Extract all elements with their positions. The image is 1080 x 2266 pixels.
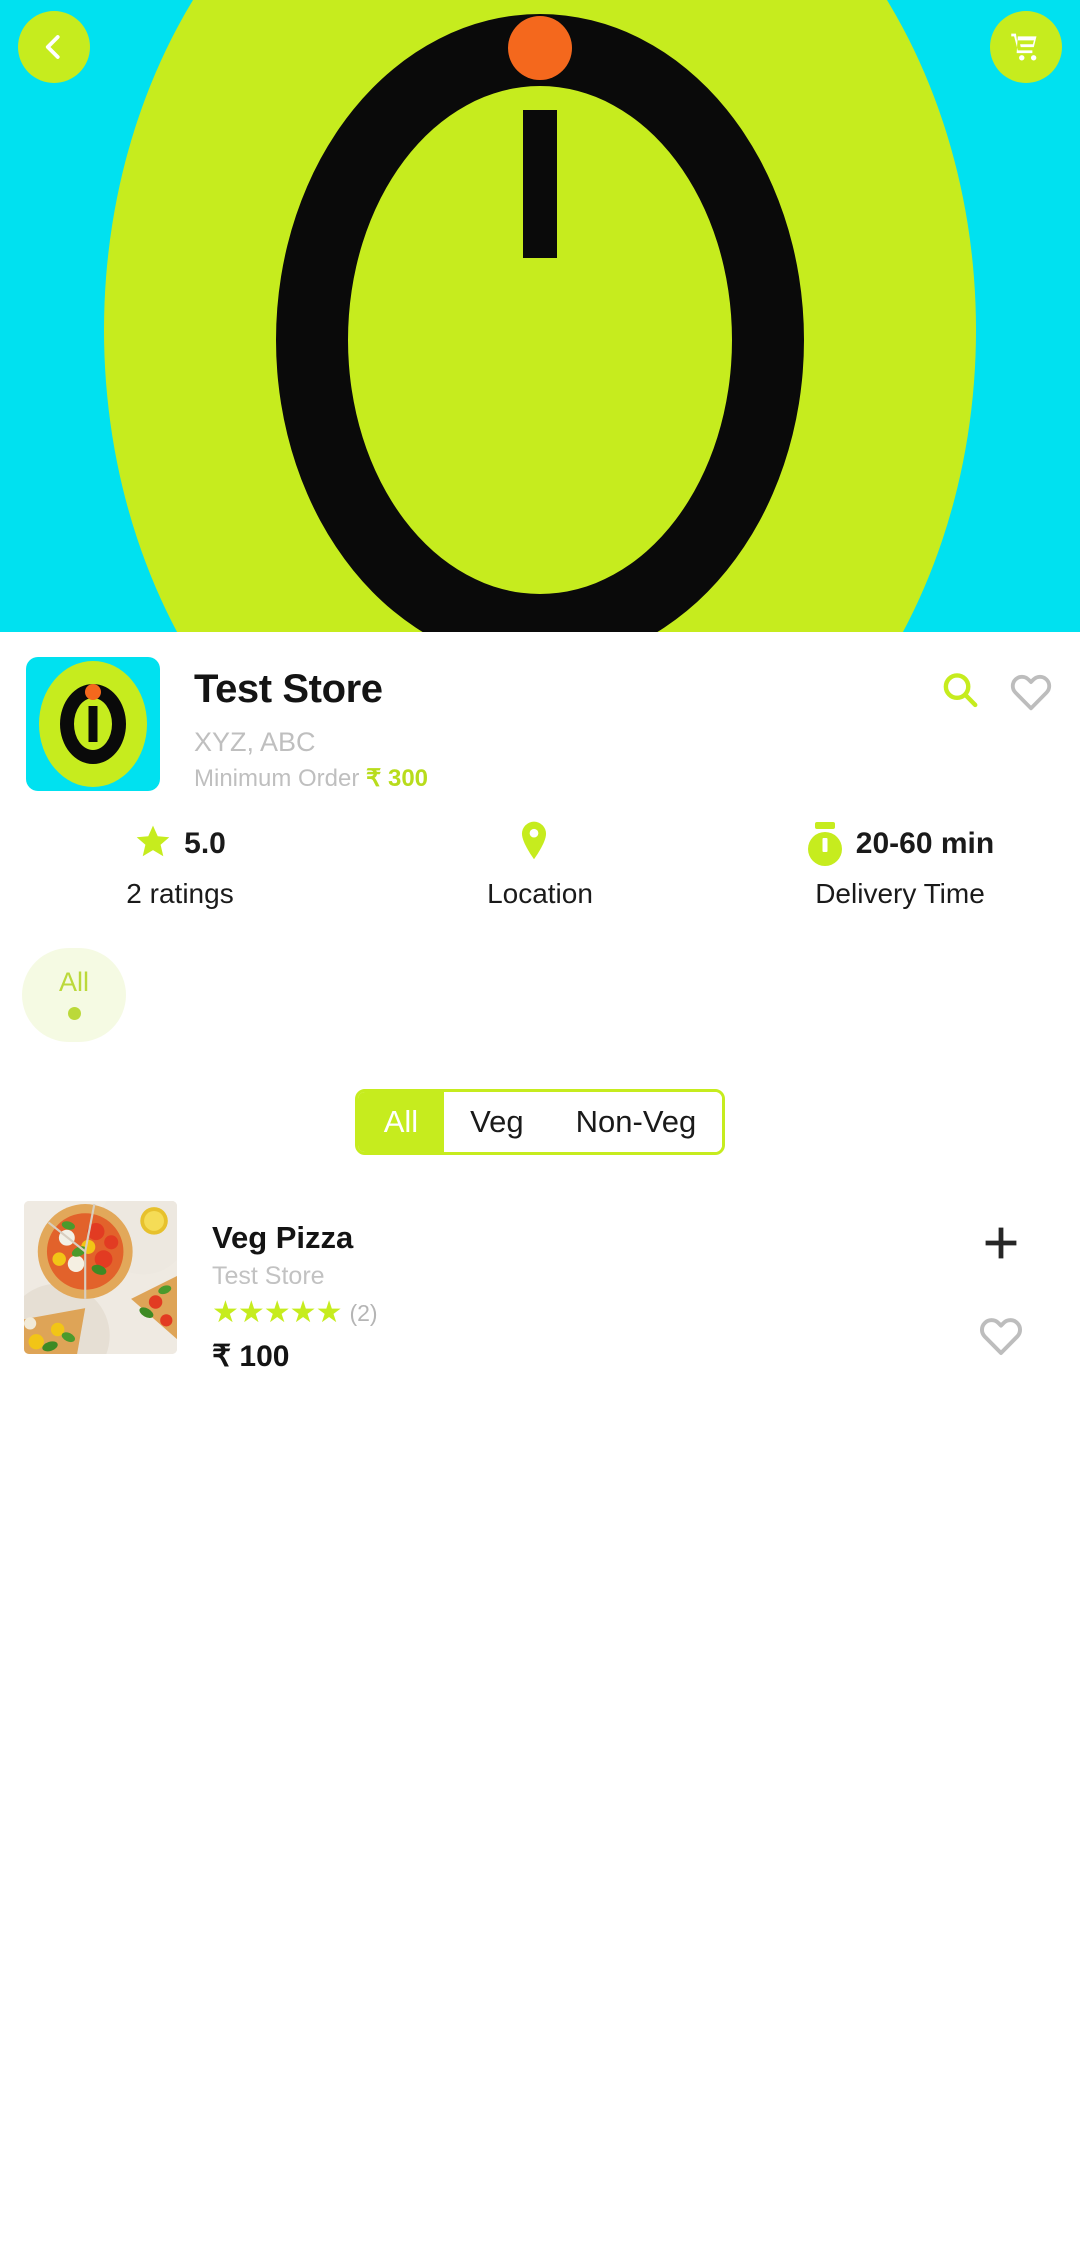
product-price: ₹ 100 bbox=[212, 1340, 290, 1374]
banner-orange-dot bbox=[508, 16, 572, 80]
product-rating: ★★★★★ (2) bbox=[212, 1298, 946, 1328]
minimum-order-label: Minimum Order bbox=[194, 765, 360, 793]
stat-delivery-label: Delivery Time bbox=[815, 877, 985, 909]
category-chip-row: All bbox=[0, 910, 1080, 1042]
store-minimum-order: Minimum Order ₹ 300 bbox=[194, 765, 938, 793]
veg-filter-toggle: All Veg Non-Veg bbox=[354, 1088, 726, 1155]
favorite-heart-icon[interactable] bbox=[1008, 669, 1054, 720]
back-button[interactable] bbox=[18, 11, 90, 83]
store-info-card: Test Store XYZ, ABC Minimum Order ₹ 300 bbox=[0, 632, 1080, 1375]
category-chip-label: All bbox=[58, 967, 89, 998]
logo-orange-dot bbox=[85, 684, 101, 700]
stat-ratings-label: 2 ratings bbox=[126, 877, 234, 909]
store-meta: Test Store XYZ, ABC Minimum Order ₹ 300 bbox=[160, 657, 938, 793]
veg-filter-option-veg-label: Veg bbox=[470, 1103, 524, 1139]
stopwatch-hand bbox=[822, 837, 828, 852]
product-actions bbox=[946, 1201, 1056, 1365]
banner-center-bar bbox=[523, 110, 557, 258]
product-stars: ★★★★★ bbox=[212, 1296, 342, 1330]
store-banner bbox=[0, 0, 1080, 632]
product-favorite-heart-icon[interactable] bbox=[977, 1312, 1025, 1365]
veg-filter-option-all-label: All bbox=[383, 1103, 419, 1139]
product-details: Veg Pizza Test Store ★★★★★ (2) ₹ 100 bbox=[177, 1201, 946, 1375]
product-list-item[interactable]: Veg Pizza Test Store ★★★★★ (2) ₹ 100 bbox=[0, 1200, 1080, 1375]
chevron-left-icon bbox=[39, 32, 69, 62]
stopwatch-crown bbox=[814, 821, 835, 829]
stat-delivery-top: 20-60 min bbox=[720, 821, 1080, 866]
product-name: Veg Pizza bbox=[212, 1219, 354, 1255]
store-logo bbox=[26, 657, 160, 791]
category-selected-dot bbox=[67, 1007, 81, 1021]
pizza-photo bbox=[24, 1200, 177, 1354]
cart-button[interactable] bbox=[990, 11, 1062, 83]
stat-delivery-value: 20-60 min bbox=[855, 826, 995, 860]
product-store-name: Test Store bbox=[212, 1261, 325, 1290]
stat-ratings-top: 5.0 bbox=[0, 823, 360, 865]
stat-location-top bbox=[360, 820, 720, 867]
stat-ratings: 5.0 2 ratings bbox=[0, 823, 360, 910]
veg-filter-wrapper: All Veg Non-Veg bbox=[0, 1088, 1080, 1155]
logo-center-bar bbox=[88, 706, 98, 742]
category-chip-all[interactable]: All bbox=[22, 947, 126, 1042]
store-name: Test Store bbox=[194, 667, 383, 711]
location-pin-icon bbox=[517, 820, 551, 867]
product-image[interactable] bbox=[24, 1200, 177, 1354]
add-to-cart-plus-icon[interactable] bbox=[979, 1221, 1023, 1270]
stat-ratings-value: 5.0 bbox=[184, 826, 226, 860]
store-stats-row: 5.0 2 ratings Location 20-60 min Deliver… bbox=[0, 797, 1080, 910]
store-address: XYZ, ABC bbox=[194, 727, 316, 757]
banner-ring-shape bbox=[276, 14, 804, 632]
minimum-order-amount: ₹ 300 bbox=[366, 765, 429, 793]
store-header-row: Test Store XYZ, ABC Minimum Order ₹ 300 bbox=[0, 657, 1080, 793]
product-list: Veg Pizza Test Store ★★★★★ (2) ₹ 100 bbox=[0, 1200, 1080, 1375]
stopwatch-icon bbox=[806, 821, 844, 866]
store-action-buttons bbox=[938, 657, 1054, 720]
shopping-cart-icon bbox=[1009, 30, 1043, 64]
veg-filter-option-nonveg[interactable]: Non-Veg bbox=[549, 1091, 723, 1152]
search-icon[interactable] bbox=[938, 669, 982, 718]
veg-filter-option-nonveg-label: Non-Veg bbox=[575, 1103, 697, 1139]
veg-filter-option-all[interactable]: All bbox=[357, 1091, 445, 1152]
product-rating-count: (2) bbox=[349, 1299, 378, 1326]
stat-location-label: Location bbox=[487, 877, 593, 909]
stat-location: Location bbox=[360, 820, 720, 910]
stat-delivery-time: 20-60 min Delivery Time bbox=[720, 821, 1080, 910]
veg-filter-option-veg[interactable]: Veg bbox=[444, 1091, 550, 1152]
star-icon bbox=[134, 822, 172, 865]
